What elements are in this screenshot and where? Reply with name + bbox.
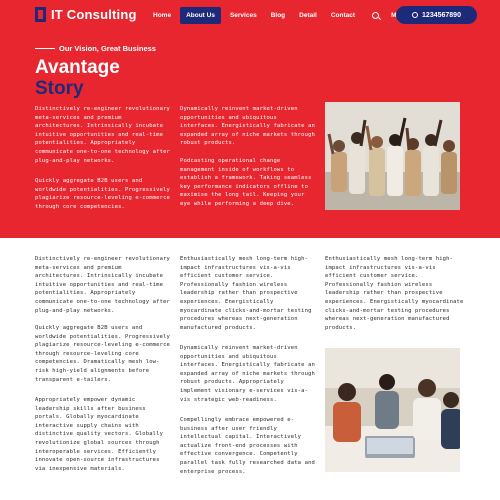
nav-services[interactable]: Services: [225, 7, 262, 24]
hero-title-line2: Story: [35, 78, 84, 99]
brand-name: IT Consulting: [51, 7, 137, 22]
main-nav: Home About Us Services Blog Detail Conta…: [148, 7, 414, 24]
nav-blog[interactable]: Blog: [266, 7, 290, 24]
team-meeting-photo: [325, 348, 460, 472]
logo-mark-icon: [35, 7, 46, 22]
eyebrow-text: Our Vision, Great Business: [59, 44, 156, 53]
hero-paragraph: Dynamically reinvent market-driven oppor…: [180, 106, 315, 147]
search-icon[interactable]: [372, 12, 380, 19]
hero-title-line1: Avantage: [35, 57, 120, 78]
body-paragraph: Distinctively re-engineer revolutionary …: [35, 256, 170, 314]
nav-contact[interactable]: Contact: [326, 7, 360, 24]
body-paragraph: Quickly aggregate B2B users and worldwid…: [35, 325, 170, 383]
hero-paragraph: Quickly aggregate B2B users and worldwid…: [35, 178, 170, 210]
logo[interactable]: IT Consulting: [35, 7, 137, 22]
phone-icon: [412, 12, 419, 18]
phone-button[interactable]: 1234567890: [396, 6, 477, 24]
nav-home[interactable]: Home: [148, 7, 176, 24]
hero-paragraph: Podcasting operational change management…: [180, 158, 312, 207]
body-paragraph: Appropriately empower dynamic leadership…: [35, 397, 164, 472]
team-celebration-photo: [325, 102, 460, 210]
hero-section: Our Vision, Great Business Avantage Stor…: [0, 32, 500, 238]
eyebrow-divider: [35, 48, 55, 49]
nav-about-us[interactable]: About Us: [180, 7, 221, 24]
body-paragraph: Dynamically reinvent market-driven oppor…: [180, 345, 315, 403]
hero-eyebrow: Our Vision, Great Business: [35, 44, 156, 53]
hero-paragraph: Distinctively re-engineer revolutionary …: [35, 106, 170, 164]
body-paragraph: Enthusiastically mesh long-term high-imp…: [325, 256, 464, 331]
nav-detail[interactable]: Detail: [294, 7, 322, 24]
phone-number: 1234567890: [422, 11, 461, 19]
site-header: IT Consulting Home About Us Services Blo…: [0, 0, 500, 32]
body-paragraph: Enthusiastically mesh long-term high-imp…: [180, 256, 312, 331]
body-paragraph: Compellingly embrace empowered e-busines…: [180, 417, 315, 475]
